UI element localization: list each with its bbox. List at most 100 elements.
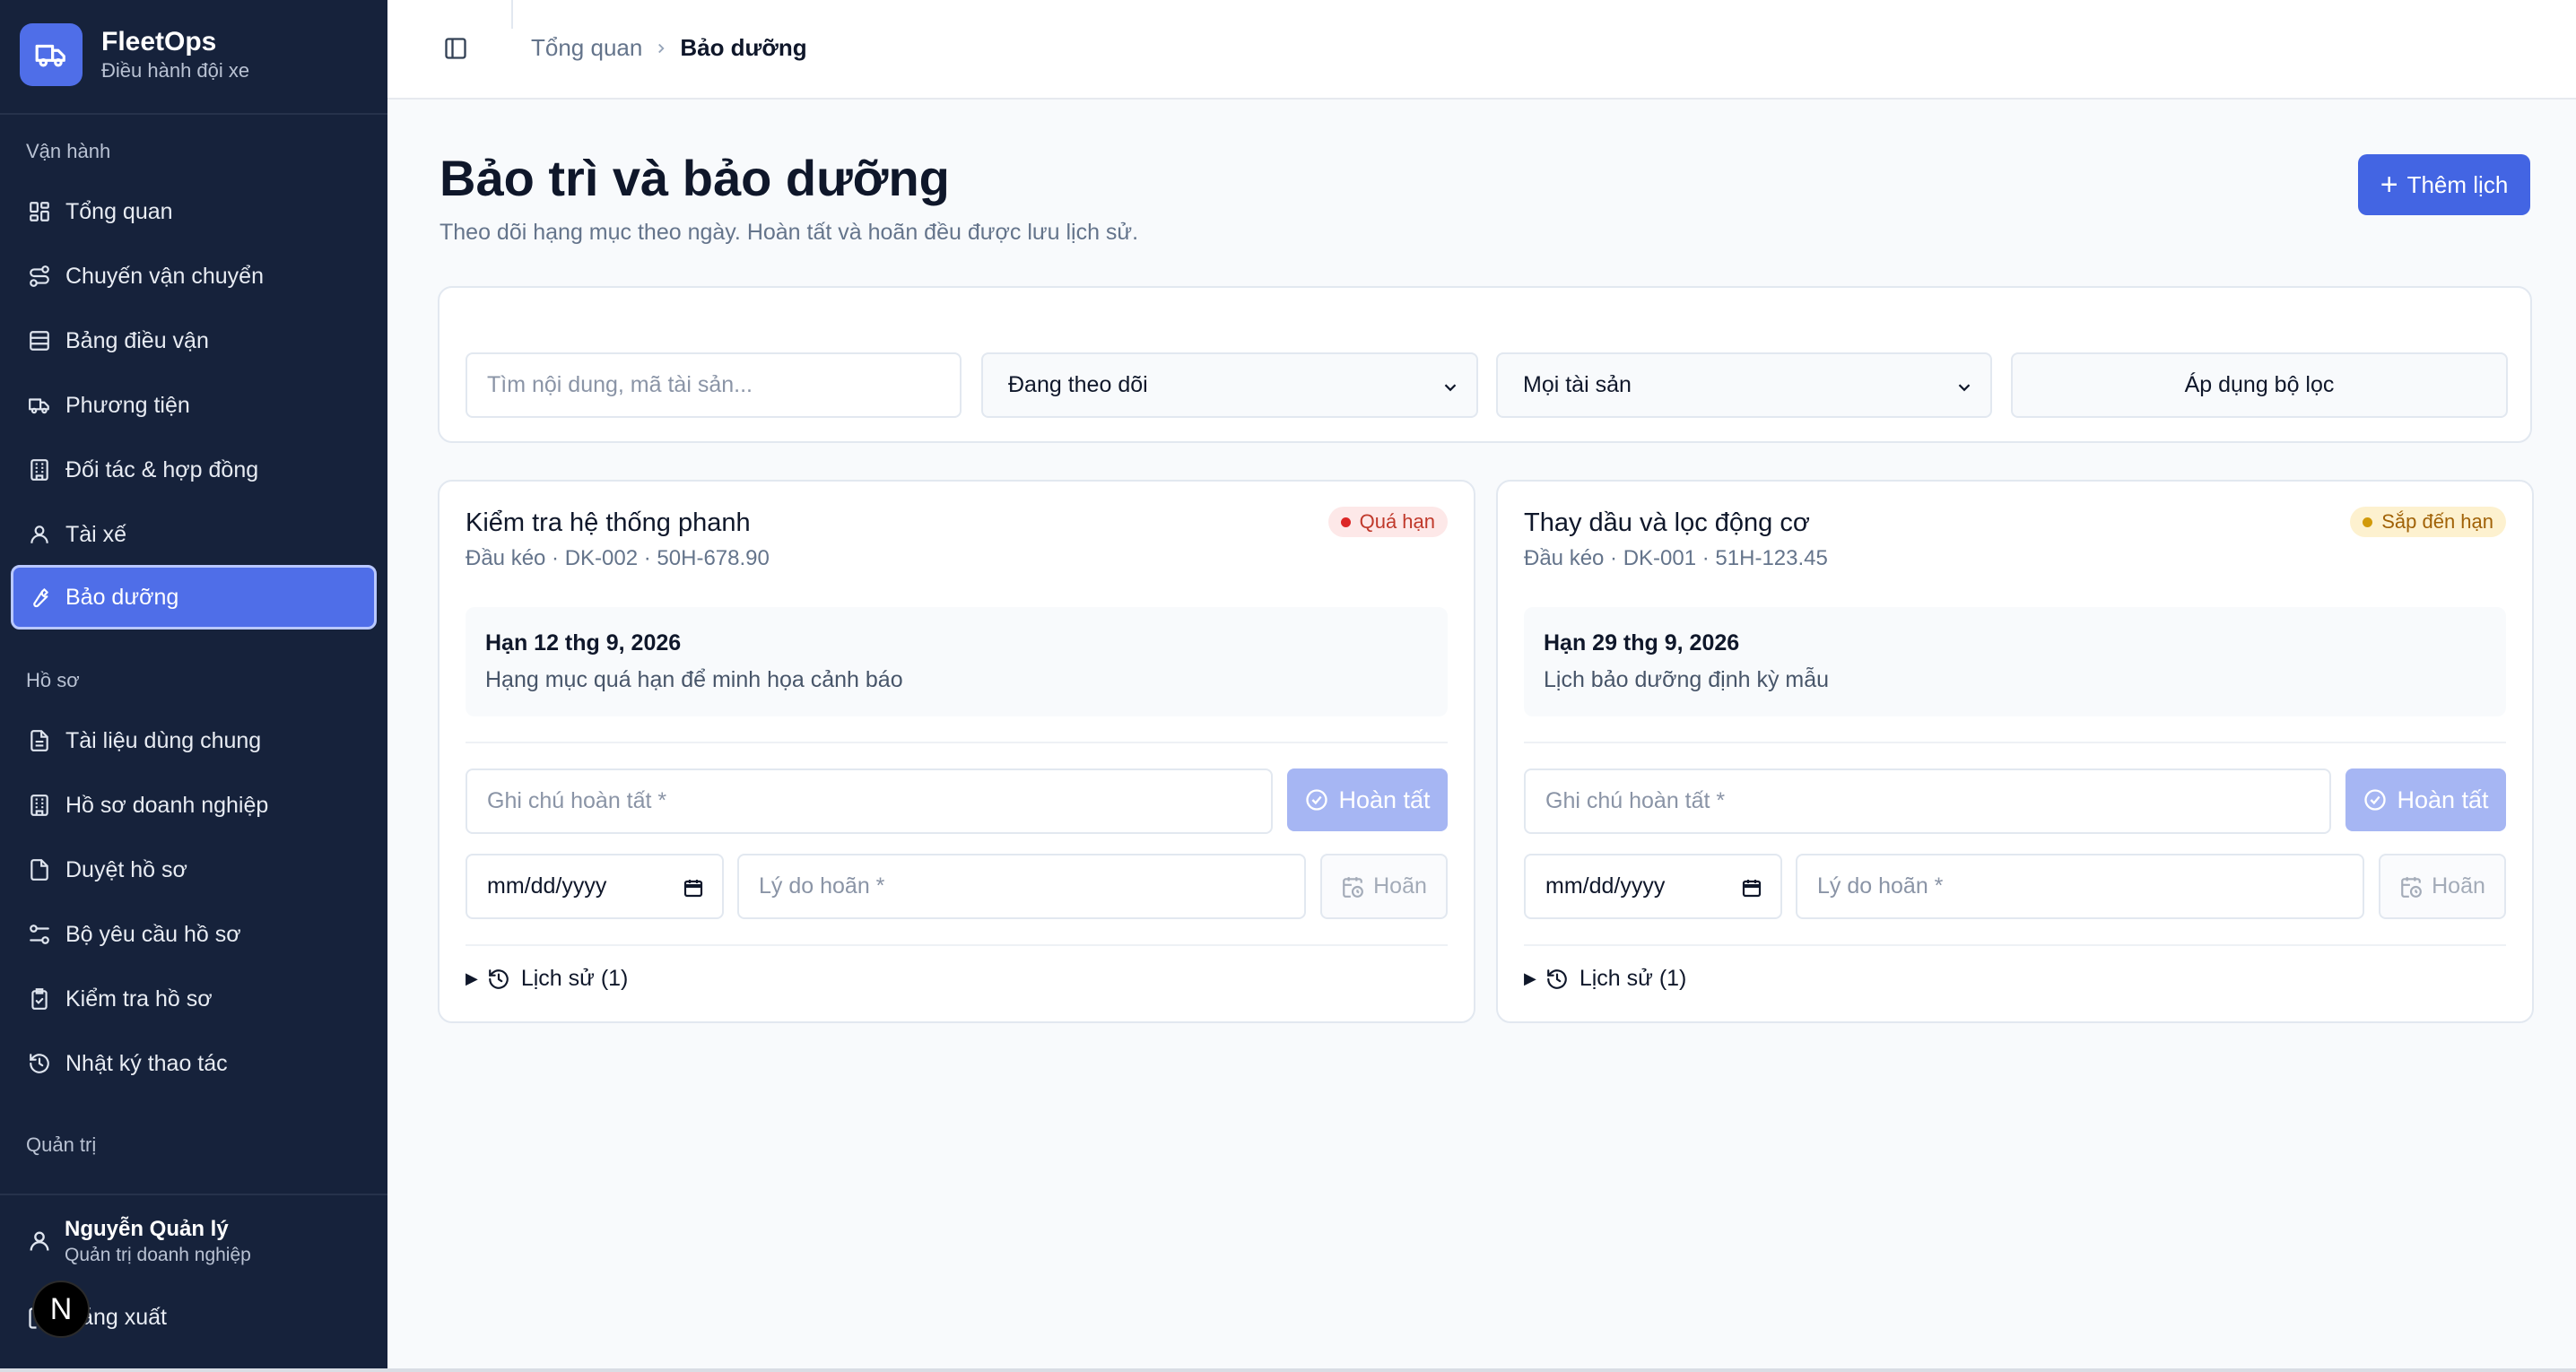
sidebar-item-duyet-ho-so[interactable]: Duyệt hồ sơ bbox=[11, 838, 377, 902]
sidebar-toggle-icon[interactable] bbox=[443, 36, 468, 61]
disclosure-triangle-icon: ▶ bbox=[1524, 969, 1536, 987]
document-icon bbox=[26, 727, 53, 754]
status-badge: Quá hạn bbox=[1327, 507, 1448, 537]
sidebar-item-label: Duyệt hồ sơ bbox=[65, 856, 187, 882]
window-bottom-edge bbox=[0, 1368, 2576, 1372]
brand[interactable]: FleetOps Điều hành đội xe bbox=[20, 23, 249, 86]
date-placeholder: mm/dd/yyyy bbox=[1545, 873, 1666, 899]
sidebar-item-nhat-ky-thao-tac[interactable]: Nhật ký thao tác bbox=[11, 1031, 377, 1096]
sidebar-item-label: Tài xế bbox=[65, 521, 127, 547]
section-label-ho-so: Hồ sơ bbox=[26, 669, 80, 691]
completion-note-input[interactable]: Ghi chú hoàn tất * bbox=[466, 768, 1273, 834]
postpone-button[interactable]: Hoãn bbox=[1320, 854, 1448, 919]
complete-button[interactable]: Hoàn tất bbox=[2345, 768, 2506, 831]
postpone-button[interactable]: Hoãn bbox=[2379, 854, 2506, 919]
sidebar-item-tai-xe[interactable]: Tài xế bbox=[11, 502, 377, 567]
calendar-clock-icon bbox=[2399, 875, 2423, 899]
sidebar-item-label: Tổng quan bbox=[65, 198, 173, 224]
completion-note-input[interactable]: Ghi chú hoàn tất * bbox=[1524, 768, 2331, 834]
postpone-date-input[interactable]: mm/dd/yyyy bbox=[466, 854, 724, 919]
sidebar-item-phuong-tien[interactable]: Phương tiện bbox=[11, 373, 377, 438]
app-subtitle: Điều hành đội xe bbox=[101, 59, 250, 82]
sidebar-divider bbox=[0, 1194, 387, 1195]
history-icon bbox=[487, 968, 510, 991]
chevron-down-icon bbox=[1954, 378, 1974, 397]
card-divider bbox=[1524, 944, 2506, 946]
status-select-value: Đang theo dõi bbox=[1008, 372, 1148, 397]
sidebar-item-tong-quan[interactable]: Tổng quan bbox=[11, 179, 377, 244]
asset-select-value: Mọi tài sản bbox=[1523, 372, 1632, 397]
history-label: Lịch sử (1) bbox=[1579, 966, 1687, 991]
status-select[interactable]: Đang theo dõi bbox=[981, 352, 1478, 418]
history-toggle[interactable]: ▶ Lịch sử (1) bbox=[1524, 966, 1686, 992]
sidebar-item-label: Nhật ký thao tác bbox=[65, 1050, 228, 1076]
plus-icon: + bbox=[2380, 168, 2398, 202]
sidebar-item-bang-dieu-van[interactable]: Bảng điều vận bbox=[11, 308, 377, 373]
add-schedule-button[interactable]: + Thêm lịch bbox=[2358, 154, 2530, 215]
due-date: Hạn 12 thg 9, 2026 bbox=[485, 630, 682, 656]
sidebar-item-bo-yeu-cau-ho-so[interactable]: Bộ yêu cầu hồ sơ bbox=[11, 902, 377, 967]
due-info: Hạn 29 thg 9, 2026 Lịch bảo dưỡng định k… bbox=[1524, 607, 2506, 716]
building-icon bbox=[26, 456, 53, 483]
history-icon bbox=[26, 1050, 53, 1077]
calendar-clock-icon bbox=[1341, 875, 1364, 899]
dashboard-icon bbox=[26, 198, 53, 225]
maintenance-card: Kiểm tra hệ thống phanh Đầu kéo · DK-002… bbox=[438, 480, 1475, 1023]
asset-select[interactable]: Mọi tài sản bbox=[1496, 352, 1992, 418]
app-name: FleetOps bbox=[101, 27, 217, 56]
building-icon bbox=[26, 792, 53, 819]
user-profile[interactable]: Nguyễn Quản lý Quản trị doanh nghiệp bbox=[27, 1216, 251, 1268]
sidebar-item-ho-so-doanh-nghiep[interactable]: Hồ sơ doanh nghiệp bbox=[11, 773, 377, 838]
add-schedule-label: Thêm lịch bbox=[2406, 170, 2509, 198]
card-divider bbox=[466, 742, 1448, 743]
search-input[interactable]: Tìm nội dung, mã tài sản... bbox=[466, 352, 962, 418]
complete-button[interactable]: Hoàn tất bbox=[1287, 768, 1448, 831]
sidebar-item-tai-lieu-dung-chung[interactable]: Tài liệu dùng chung bbox=[11, 708, 377, 773]
sidebar-item-doi-tac-hop-dong[interactable]: Đối tác & hợp đồng bbox=[11, 438, 377, 502]
postpone-reason-input[interactable]: Lý do hoãn * bbox=[737, 854, 1306, 919]
maintenance-card: Thay dầu và lọc động cơ Đầu kéo · DK-001… bbox=[1496, 480, 2534, 1023]
breadcrumb: Tổng quan Bảo dưỡng bbox=[531, 34, 807, 62]
history-toggle[interactable]: ▶ Lịch sử (1) bbox=[466, 966, 628, 992]
filter-panel: Tìm nội dung, mã tài sản... Đang theo dõ… bbox=[438, 286, 2532, 443]
history-icon bbox=[1545, 968, 1569, 991]
breadcrumb-current: Bảo dưỡng bbox=[680, 34, 807, 61]
status-badge-label: Quá hạn bbox=[1359, 510, 1435, 533]
sidebar-item-kiem-tra-ho-so[interactable]: Kiểm tra hồ sơ bbox=[11, 967, 377, 1031]
calendar-icon[interactable] bbox=[1741, 877, 1762, 899]
calendar-icon[interactable] bbox=[683, 877, 704, 899]
postpone-reason-input[interactable]: Lý do hoãn * bbox=[1796, 854, 2364, 919]
sidebar-item-bao-duong[interactable]: Bảo dưỡng bbox=[11, 565, 377, 630]
breadcrumb-parent[interactable]: Tổng quan bbox=[531, 34, 642, 62]
postpone-button-label: Hoãn bbox=[1373, 873, 1427, 899]
sidebar-item-label: Phương tiện bbox=[65, 392, 190, 418]
postpone-date-input[interactable]: mm/dd/yyyy bbox=[1524, 854, 1782, 919]
clipboard-check-icon bbox=[26, 986, 53, 1012]
sidebar-item-label: Đối tác & hợp đồng bbox=[65, 456, 259, 482]
user-role: Quản trị doanh nghiệp bbox=[65, 1245, 251, 1265]
sidebar-item-label: Bảo dưỡng bbox=[65, 584, 179, 610]
top-bar-divider bbox=[511, 0, 513, 29]
sidebar-item-label: Kiểm tra hồ sơ bbox=[65, 986, 213, 1012]
dev-tools-badge[interactable]: N bbox=[32, 1281, 90, 1338]
status-dot-icon bbox=[1340, 517, 1351, 527]
chevron-right-icon bbox=[653, 40, 669, 56]
wrench-icon bbox=[26, 584, 53, 611]
complete-button-label: Hoàn tất bbox=[1338, 786, 1431, 813]
date-placeholder: mm/dd/yyyy bbox=[487, 873, 607, 899]
file-check-icon bbox=[26, 856, 53, 883]
check-circle-icon bbox=[2363, 787, 2388, 812]
due-description: Hạng mục quá hạn để minh họa cảnh báo bbox=[485, 667, 903, 692]
apply-filter-button[interactable]: Áp dụng bộ lọc bbox=[2011, 352, 2508, 418]
truck-logo-icon bbox=[20, 23, 83, 86]
page-title: Bảo trì và bảo dưỡng bbox=[439, 150, 950, 206]
check-circle-icon bbox=[1304, 787, 1329, 812]
card-meta: Đầu kéo · DK-002 · 50H-678.90 bbox=[466, 546, 770, 570]
history-label: Lịch sử (1) bbox=[520, 966, 629, 991]
status-badge: Sắp đến hạn bbox=[2350, 507, 2506, 537]
sidebar-divider bbox=[0, 113, 387, 115]
sidebar: FleetOps Điều hành đội xe Vận hành Tổng … bbox=[0, 0, 387, 1368]
sidebar-item-chuyen-van-chuyen[interactable]: Chuyến vận chuyển bbox=[11, 244, 377, 308]
sidebar-item-label: Tài liệu dùng chung bbox=[65, 727, 262, 753]
due-description: Lịch bảo dưỡng định kỳ mẫu bbox=[1544, 667, 1830, 692]
